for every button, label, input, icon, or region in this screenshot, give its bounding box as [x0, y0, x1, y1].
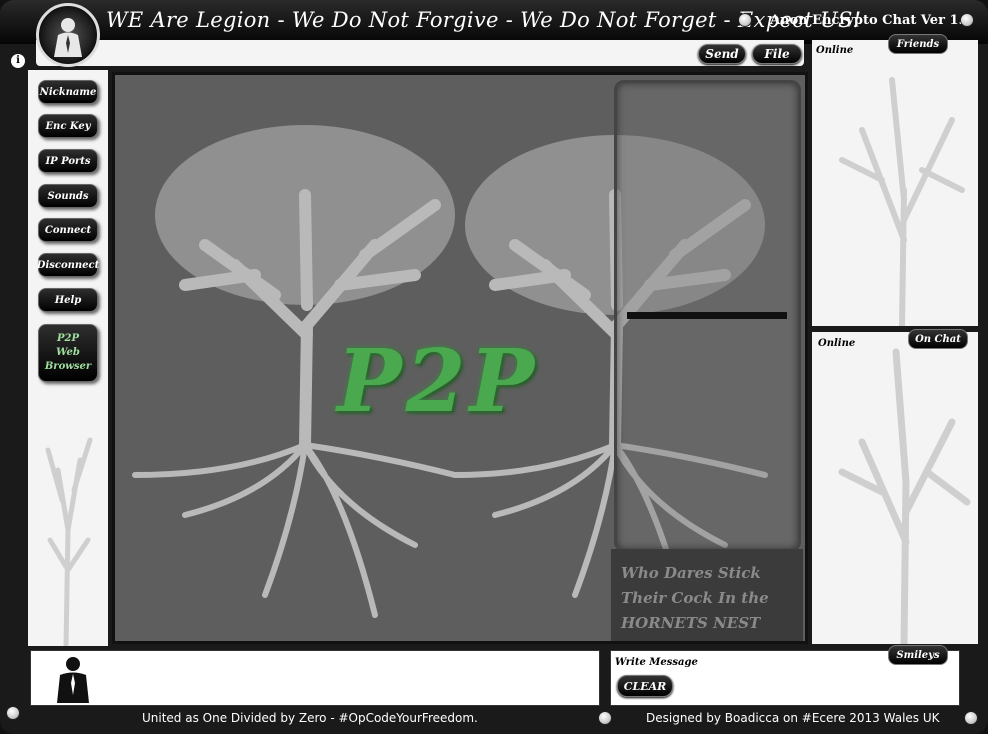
friends-panel[interactable] [812, 40, 978, 326]
avatar [57, 657, 89, 703]
ip-ports-button[interactable]: IP Ports [38, 149, 98, 173]
disconnect-button[interactable]: Disconnect [37, 253, 99, 277]
clear-button[interactable]: CLEAR [617, 675, 673, 697]
footer-left-text: United as One Divided by Zero - #OpCodeY… [142, 711, 478, 725]
quote-line1: Who Dares Stick [621, 564, 761, 582]
smileys-button[interactable]: Smileys [888, 645, 948, 665]
sounds-button[interactable]: Sounds [38, 184, 98, 208]
rivet-icon [598, 711, 612, 725]
web-browser-line2: Web [56, 347, 80, 358]
nickname-button[interactable]: Nickname [38, 80, 98, 104]
bare-tree-decoration [838, 348, 971, 644]
rivet-icon [964, 711, 978, 725]
app-window: WE Are Legion - We Do Not Forgive - We D… [0, 0, 988, 734]
web-browser-line3: Browser [44, 361, 92, 372]
friends-online-label: Online [816, 45, 854, 56]
chat-display-area: P2P Who Dares Stick Their Cock In the HO… [112, 72, 808, 644]
p2p-logo-text: P2P [337, 331, 539, 432]
footer-right-text: Designed by Boadicca on #Ecere 2013 Wale… [646, 711, 940, 725]
avatar-area [30, 650, 600, 706]
connect-button[interactable]: Connect [38, 218, 98, 242]
hornets-nest-quote: Who Dares Stick Their Cock In the HORNET… [611, 549, 803, 641]
anonymous-logo-icon [54, 18, 82, 57]
quote-line3: HORNETS NEST [621, 614, 761, 632]
pane-divider [627, 312, 787, 319]
chat-overlay-pane [614, 80, 801, 552]
rivet-icon [738, 13, 752, 27]
help-button[interactable]: Help [38, 288, 98, 312]
on-chat-tab[interactable]: On Chat [908, 329, 968, 349]
info-icon[interactable]: i [11, 54, 25, 68]
onchat-online-label: Online [818, 338, 856, 349]
onchat-panel[interactable] [812, 332, 978, 644]
app-title: Anon Encrypto Chat Ver 1.0 [770, 13, 973, 28]
send-button[interactable]: Send [698, 44, 746, 64]
sidebar: Nickname Enc Key IP Ports Sounds Connect… [28, 70, 108, 646]
p2p-web-browser-button[interactable]: P2P Web Browser [38, 324, 98, 382]
anonymous-logo [36, 3, 100, 67]
quote-line2: Their Cock In the [621, 589, 769, 607]
toolbar-strip [36, 40, 804, 66]
write-message-label: Write Message [615, 657, 698, 668]
rivet-icon [6, 706, 20, 720]
enc-key-button[interactable]: Enc Key [38, 114, 98, 138]
file-button[interactable]: File [752, 44, 802, 64]
rivet-icon [960, 13, 974, 27]
friends-tab[interactable]: Friends [888, 34, 948, 54]
web-browser-line1: P2P [57, 333, 79, 344]
bare-tree-decoration [839, 77, 965, 326]
